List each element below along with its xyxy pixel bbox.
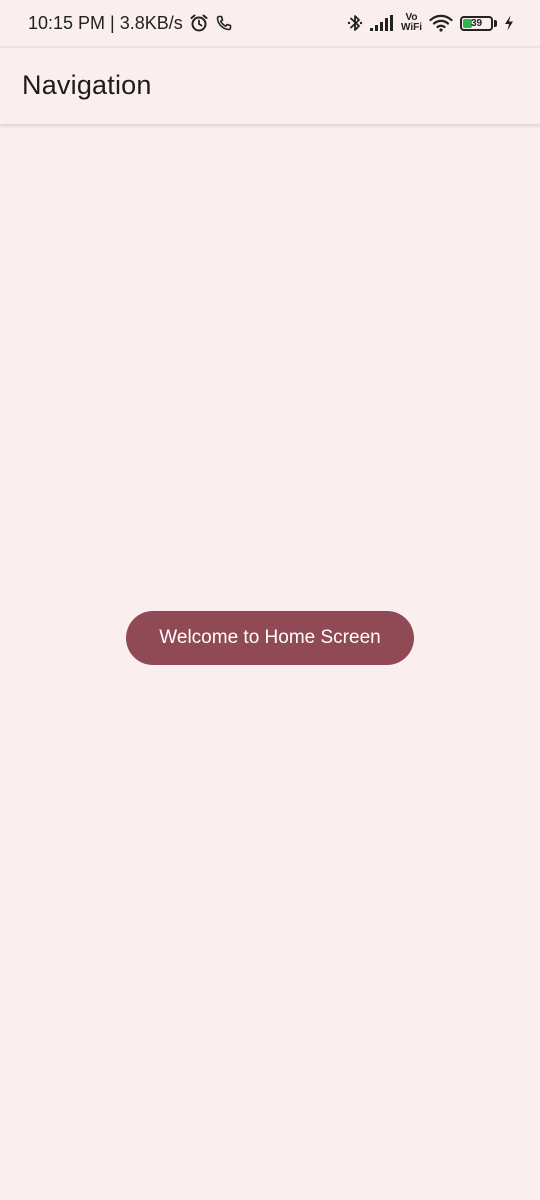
vowifi-indicator: Vo WiFi xyxy=(401,13,422,33)
home-content: Welcome to Home Screen xyxy=(0,124,540,1200)
vowifi-bottom-label: WiFi xyxy=(400,22,422,33)
status-time-speed: 10:15 PM | 3.8KB/s xyxy=(28,12,183,33)
top-app-bar: Navigation xyxy=(0,46,540,124)
battery-tip xyxy=(494,19,497,27)
status-left: 10:15 PM | 3.8KB/s xyxy=(28,13,233,34)
battery-level: 39 xyxy=(470,17,483,29)
battery-body: 39 xyxy=(460,15,493,31)
charging-icon xyxy=(504,15,514,31)
phone-call-icon xyxy=(215,14,233,32)
bluetooth-icon xyxy=(347,13,363,33)
wifi-icon xyxy=(429,14,453,32)
alarm-icon xyxy=(189,13,209,33)
status-bar: 10:15 PM | 3.8KB/s Vo WiFi 39 xyxy=(0,0,540,46)
signal-icon xyxy=(369,14,394,32)
status-right: Vo WiFi 39 xyxy=(347,13,514,33)
page-title: Navigation xyxy=(22,69,152,100)
battery-icon: 39 xyxy=(460,15,497,31)
welcome-button[interactable]: Welcome to Home Screen xyxy=(126,611,414,665)
